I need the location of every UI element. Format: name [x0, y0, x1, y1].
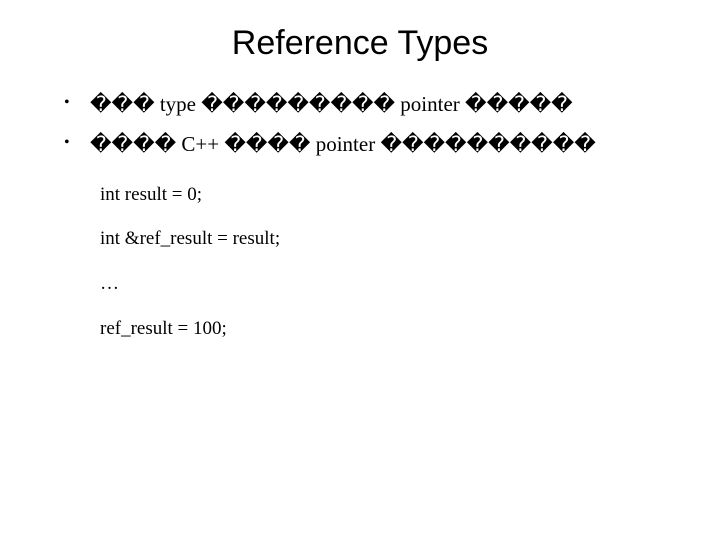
code-line: int result = 0;	[100, 184, 690, 207]
bullet-list: ��� type ��������� pointer ����� ���� C+…	[64, 91, 690, 158]
code-line: int &ref_result = result;	[100, 228, 690, 251]
bullet-item: ��� type ��������� pointer �����	[64, 91, 690, 117]
code-line: …	[100, 273, 690, 296]
bullet-item: ���� C++ ���� pointer ����������	[64, 131, 690, 157]
code-line: ref_result = 100;	[100, 318, 690, 341]
slide: Reference Types ��� type ��������� point…	[0, 0, 720, 540]
slide-title: Reference Types	[30, 24, 690, 63]
code-block: int result = 0; int &ref_result = result…	[100, 184, 690, 341]
